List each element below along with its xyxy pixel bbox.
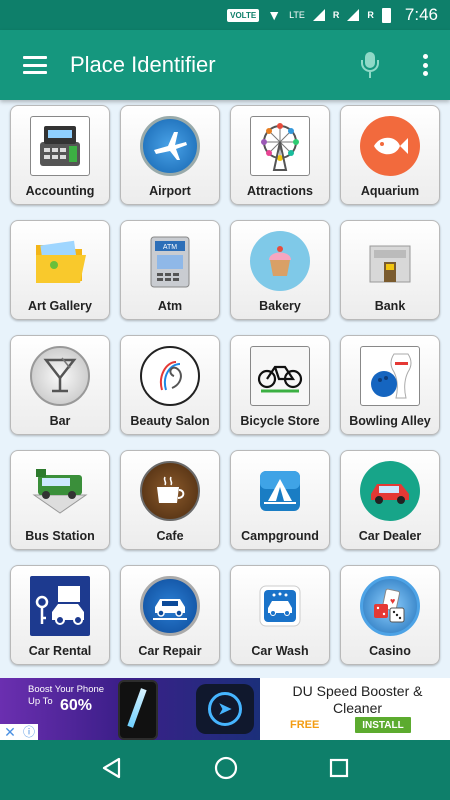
app-title: Place Identifier [70, 52, 216, 77]
place-tile-casino[interactable]: ♥ Casino [340, 565, 440, 665]
bowling-icon [360, 346, 420, 406]
place-tile-bus-station[interactable]: Bus Station [10, 450, 110, 550]
place-tile-label: Beauty Salon [130, 414, 210, 428]
car-key-icon [30, 576, 90, 636]
place-tile-label: Car Wash [251, 644, 309, 658]
place-tile-car-wash[interactable]: Car Wash [230, 565, 330, 665]
place-tile-label: Airport [149, 184, 191, 198]
place-tile-bank[interactable]: Bank [340, 220, 440, 320]
signal-icon-2 [347, 9, 360, 21]
du-speed-booster-logo-icon: ➤ [196, 684, 254, 734]
place-tile-label: Cafe [156, 529, 184, 543]
roaming-indicator-1: R [332, 10, 340, 20]
status-bar: VOLTE ▼ LTE R R 7:46 [0, 0, 450, 30]
place-tile-label: Car Repair [138, 644, 202, 658]
place-tile-label: Bowling Alley [349, 414, 431, 428]
signal-icon [312, 9, 325, 21]
battery-icon [381, 7, 391, 23]
place-tile-label: Aquarium [360, 184, 420, 198]
place-tile-label: Car Dealer [358, 529, 422, 543]
ad-info-icon[interactable]: ⓘ [20, 724, 38, 740]
back-icon[interactable] [101, 757, 123, 784]
roaming-indicator-2: R [367, 10, 374, 20]
ad-free-label: FREE [290, 719, 320, 731]
car-repair-icon [140, 576, 200, 636]
lte-label: LTE [289, 10, 305, 20]
recents-icon[interactable] [329, 758, 349, 783]
bicycle-icon [250, 346, 310, 406]
coffee-cup-icon [140, 461, 200, 521]
microphone-icon[interactable] [358, 50, 382, 80]
ad-title: DU Speed Booster & Cleaner [292, 683, 423, 716]
place-tile-label: Attractions [247, 184, 313, 198]
tent-icon [250, 461, 310, 521]
clock: 7:46 [404, 5, 438, 24]
overflow-menu-icon[interactable] [422, 54, 428, 76]
ad-text-area[interactable]: DU Speed Booster & Cleaner FREE INSTALL [260, 678, 450, 740]
place-tile-label: Casino [369, 644, 411, 658]
place-tile-bakery[interactable]: Bakery [230, 220, 330, 320]
place-tile-label: Campground [241, 529, 319, 543]
svg-text:♥: ♥ [390, 596, 395, 606]
fish-icon [360, 116, 420, 176]
place-tile-aquarium[interactable]: Aquarium [340, 105, 440, 205]
ad-install-button[interactable]: INSTALL [355, 717, 411, 733]
place-tile-bicycle-store[interactable]: Bicycle Store [230, 335, 330, 435]
place-tile-label: Bank [374, 299, 406, 313]
system-nav-bar [0, 740, 450, 800]
bus-icon [30, 461, 90, 521]
place-category-grid: Accounting Airport Attractions Aquarium Art … [0, 100, 450, 678]
airplane-icon [140, 116, 200, 176]
place-tile-art-gallery[interactable]: Art Gallery [10, 220, 110, 320]
place-tile-car-dealer[interactable]: Car Dealer [340, 450, 440, 550]
ad-boost-percent: 60% [60, 697, 93, 714]
ad-image[interactable]: Boost Your Phone Up To 60% ➤ ✕ ⓘ [0, 678, 260, 740]
place-tile-car-rental[interactable]: Car Rental [10, 565, 110, 665]
svg-text:ATM: ATM [163, 244, 177, 251]
ad-close-icon[interactable]: ✕ [0, 724, 20, 740]
cupcake-icon [250, 231, 310, 291]
cocktail-glass-icon [30, 346, 90, 406]
place-tile-bowling-alley[interactable]: Bowling Alley [340, 335, 440, 435]
volte-badge: VOLTE [227, 8, 260, 22]
place-tile-label: Accounting [25, 184, 95, 198]
place-tile-label: Bakery [259, 299, 301, 313]
place-tile-cafe[interactable]: Cafe [120, 450, 220, 550]
place-tile-bar[interactable]: Bar [10, 335, 110, 435]
app-bar: Place Identifier [0, 30, 450, 100]
ferris-wheel-icon [250, 116, 310, 176]
place-tile-car-repair[interactable]: Car Repair [120, 565, 220, 665]
place-tile-label: Bar [49, 414, 71, 428]
place-tile-airport[interactable]: Airport [120, 105, 220, 205]
accounting-machine-icon [30, 116, 90, 176]
place-tile-label: Car Rental [28, 644, 92, 658]
place-tile-atm[interactable]: ATM Atm [120, 220, 220, 320]
place-tile-attractions[interactable]: Attractions [230, 105, 330, 205]
place-tile-accounting[interactable]: Accounting [10, 105, 110, 205]
place-tile-label: Bus Station [25, 529, 95, 543]
home-icon[interactable] [214, 756, 238, 785]
hair-salon-icon [140, 346, 200, 406]
place-tile-beauty-salon[interactable]: Beauty Salon [120, 335, 220, 435]
place-tile-label: Bicycle Store [240, 414, 320, 428]
casino-icon: ♥ [360, 576, 420, 636]
atm-machine-icon: ATM [140, 231, 200, 291]
place-tile-label: Art Gallery [28, 299, 92, 313]
ad-banner[interactable]: Boost Your Phone Up To 60% ➤ ✕ ⓘ DU Speed… [0, 678, 450, 740]
red-car-icon [360, 461, 420, 521]
bank-building-icon [360, 231, 420, 291]
car-wash-icon [250, 576, 310, 636]
place-tile-label: Atm [157, 299, 183, 313]
place-tile-campground[interactable]: Campground [230, 450, 330, 550]
hamburger-menu-icon[interactable] [23, 56, 47, 74]
wifi-icon: ▼ [267, 7, 282, 23]
folder-art-icon [30, 231, 90, 291]
